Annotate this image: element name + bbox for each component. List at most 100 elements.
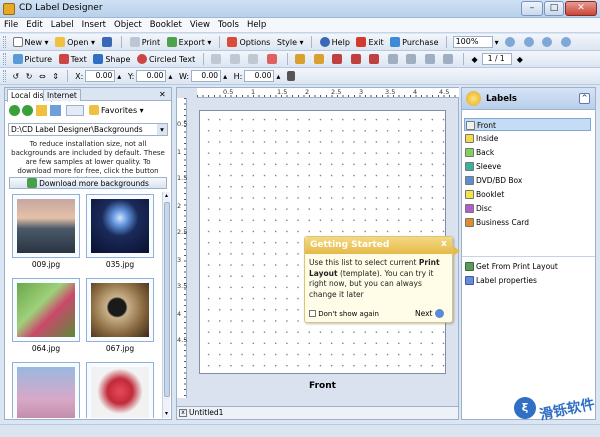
- menu-edit[interactable]: Edit: [22, 18, 46, 30]
- help-button[interactable]: Help: [318, 36, 352, 49]
- zoom-out-button[interactable]: [522, 36, 538, 49]
- thumbnail-rose[interactable]: [86, 362, 154, 418]
- toolbar-grip[interactable]: [3, 36, 6, 48]
- thumbnail-scrollbar[interactable]: ▴ ▾: [162, 192, 170, 418]
- up-folder-icon[interactable]: [36, 105, 47, 116]
- export-button[interactable]: Export ▾: [165, 36, 214, 49]
- menu-label[interactable]: Label: [47, 18, 78, 30]
- x-spin[interactable]: ▴: [115, 70, 123, 83]
- menu-file[interactable]: File: [0, 18, 22, 30]
- document-tab[interactable]: Untitled1: [189, 408, 223, 417]
- scroll-down-arrow[interactable]: ▾: [163, 410, 170, 418]
- label-item-business-card[interactable]: Business Card: [464, 216, 591, 229]
- insert-picture-button[interactable]: Picture: [11, 53, 55, 66]
- close-doc-icon[interactable]: x: [179, 409, 187, 417]
- toolbar-grip[interactable]: [3, 53, 6, 65]
- close-button[interactable]: ✕: [565, 1, 597, 16]
- zoom-select[interactable]: 100%: [452, 36, 493, 48]
- flip-v-button[interactable]: ⇕: [50, 70, 61, 83]
- zoom-dropdown-arrow[interactable]: ▾: [493, 36, 501, 49]
- menu-view[interactable]: View: [186, 18, 214, 30]
- label-item-sleeve[interactable]: Sleeve: [464, 160, 591, 173]
- label-item-back[interactable]: Back: [464, 146, 591, 159]
- save-button[interactable]: [100, 36, 116, 49]
- menu-booklet[interactable]: Booklet: [146, 18, 186, 30]
- lock-ratio-button[interactable]: [285, 70, 299, 83]
- label-item-inside[interactable]: Inside: [464, 132, 591, 145]
- panel-close-icon[interactable]: ✕: [159, 90, 166, 99]
- insert-circled-text-button[interactable]: Circled Text: [135, 53, 197, 66]
- path-combobox[interactable]: D:\CD Label Designer\Backgrounds ▾: [8, 123, 168, 136]
- view-mode-icon[interactable]: [66, 105, 84, 116]
- print-button[interactable]: Print: [128, 36, 162, 49]
- toolbar-grip[interactable]: [3, 70, 6, 82]
- thumbnail-009[interactable]: [12, 194, 80, 258]
- open-button[interactable]: Open ▾: [53, 36, 97, 49]
- zoom-in-button[interactable]: [503, 36, 519, 49]
- align-left-button[interactable]: [330, 53, 346, 66]
- label-properties-link[interactable]: Label properties: [464, 274, 591, 287]
- insert-text-button[interactable]: Text: [57, 53, 89, 66]
- ungroup-button[interactable]: [423, 53, 439, 66]
- purchase-button[interactable]: Purchase: [388, 36, 440, 49]
- path-dropdown-arrow[interactable]: ▾: [157, 124, 167, 135]
- w-spin[interactable]: ▴: [221, 70, 229, 83]
- insert-shape-button[interactable]: Shape: [91, 53, 132, 66]
- style-button[interactable]: Style ▾: [275, 36, 306, 49]
- menu-object[interactable]: Object: [110, 18, 146, 30]
- options-button[interactable]: Options: [225, 36, 272, 49]
- dont-show-again-checkbox[interactable]: Don't show again: [309, 310, 379, 318]
- thumbnail-064[interactable]: [12, 278, 80, 342]
- popup-close-button[interactable]: x: [441, 239, 447, 249]
- cut-button[interactable]: [209, 53, 225, 66]
- h-spin[interactable]: ▴: [274, 70, 282, 83]
- scroll-thumb[interactable]: [164, 202, 170, 397]
- flip-h-button[interactable]: ⇔: [37, 70, 48, 83]
- x-field[interactable]: 0.00: [85, 70, 116, 82]
- delete-button[interactable]: [265, 53, 281, 66]
- label-item-booklet[interactable]: Booklet: [464, 188, 591, 201]
- prev-page-button[interactable]: ◆: [470, 53, 480, 66]
- collapse-button[interactable]: ^: [579, 93, 590, 104]
- download-backgrounds-button[interactable]: Download more backgrounds: [9, 177, 167, 189]
- copy-button[interactable]: [228, 53, 244, 66]
- thumbnail-blossom[interactable]: [12, 362, 80, 418]
- maximize-button[interactable]: □: [544, 1, 564, 16]
- label-item-front[interactable]: Front: [464, 118, 591, 131]
- distribute-button[interactable]: [386, 53, 402, 66]
- h-field[interactable]: 0.00: [244, 70, 275, 82]
- lock-object-button[interactable]: [441, 53, 457, 66]
- group-button[interactable]: [404, 53, 420, 66]
- label-item-dvd-bd-box[interactable]: DVD/BD Box: [464, 174, 591, 187]
- rotate-left-button[interactable]: ↺: [11, 70, 22, 83]
- bring-front-button[interactable]: [293, 53, 309, 66]
- scroll-up-arrow[interactable]: ▴: [163, 192, 170, 200]
- favorites-button[interactable]: Favorites ▾: [89, 105, 144, 115]
- rotate-right-button[interactable]: ↻: [24, 70, 35, 83]
- back-icon[interactable]: [9, 105, 20, 116]
- refresh-icon[interactable]: [50, 105, 61, 116]
- align-center-button[interactable]: [349, 53, 365, 66]
- checkbox-box[interactable]: [309, 310, 316, 317]
- minimize-button[interactable]: –: [521, 1, 543, 16]
- y-field[interactable]: 0.00: [136, 70, 167, 82]
- forward-icon[interactable]: [22, 105, 33, 116]
- thumbnail-067[interactable]: [86, 278, 154, 342]
- menu-tools[interactable]: Tools: [214, 18, 243, 30]
- w-field[interactable]: 0.00: [191, 70, 222, 82]
- next-page-button[interactable]: ◆: [515, 53, 525, 66]
- paste-button[interactable]: [246, 53, 262, 66]
- new-button[interactable]: New ▾: [11, 36, 51, 49]
- tab-internet[interactable]: Internet: [43, 89, 81, 101]
- next-button[interactable]: Next: [415, 309, 444, 318]
- align-right-button[interactable]: [367, 53, 383, 66]
- menu-insert[interactable]: Insert: [78, 18, 110, 30]
- menu-help[interactable]: Help: [243, 18, 270, 30]
- send-back-button[interactable]: [312, 53, 328, 66]
- label-item-disc[interactable]: Disc: [464, 202, 591, 215]
- y-spin[interactable]: ▴: [166, 70, 174, 83]
- exit-button[interactable]: Exit: [354, 36, 385, 49]
- zoom-page-button[interactable]: [559, 36, 575, 49]
- thumbnail-035[interactable]: [86, 194, 154, 258]
- zoom-fit-button[interactable]: [540, 36, 556, 49]
